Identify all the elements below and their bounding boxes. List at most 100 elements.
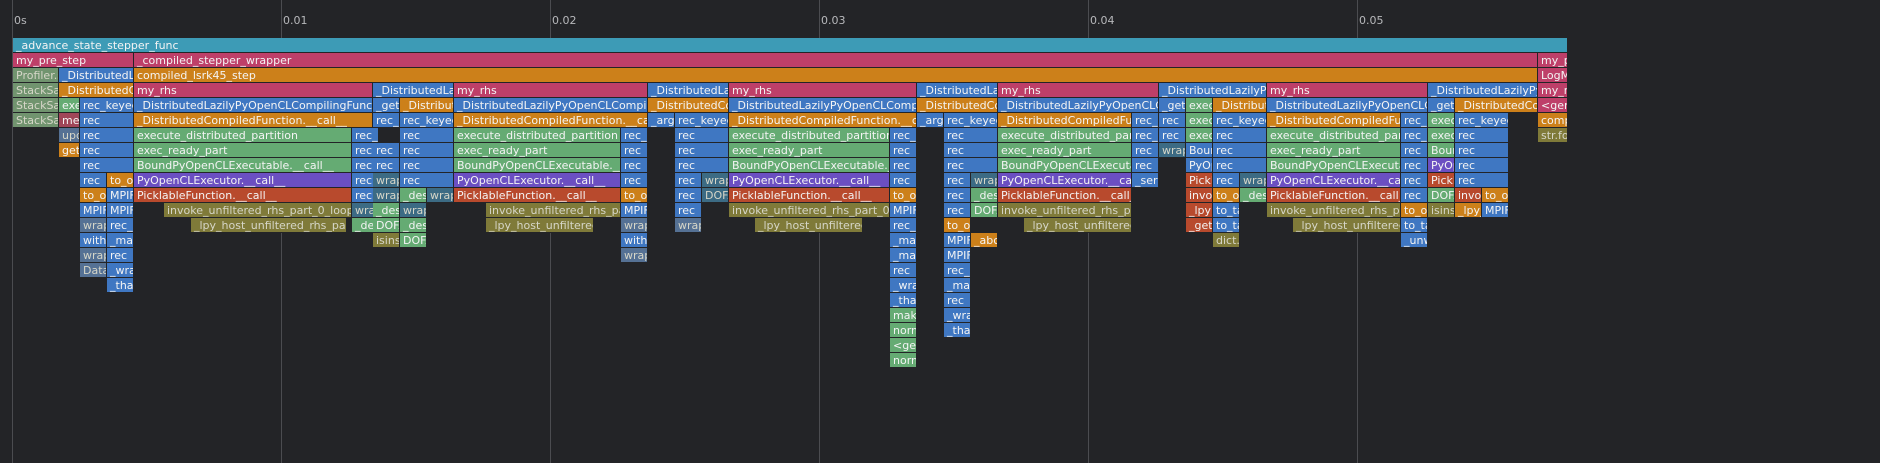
stack-frame[interactable]: _lpy_host_unfiltered_r: [486, 218, 594, 233]
stack-frame[interactable]: with: [621, 233, 648, 248]
stack-frame[interactable]: rec: [1401, 143, 1428, 158]
stack-frame[interactable]: _wra: [890, 278, 917, 293]
stack-frame[interactable]: StackSam: [13, 83, 59, 98]
stack-frame[interactable]: _DistributedLazily: [373, 83, 454, 98]
stack-frame[interactable]: invoke_unfiltered_rhs_part_0_loopy: [729, 203, 890, 218]
stack-frame[interactable]: invok: [1455, 188, 1482, 203]
stack-frame[interactable]: invoke_unfiltered_rhs_part_0: [1267, 203, 1401, 218]
stack-frame[interactable]: _dese: [400, 188, 427, 203]
stack-frame[interactable]: invok: [1186, 188, 1213, 203]
stack-frame[interactable]: PyOp: [1186, 158, 1213, 173]
stack-frame[interactable]: rec: [400, 158, 454, 173]
stack-frame[interactable]: rec_k: [890, 128, 917, 143]
stack-frame[interactable]: wrap: [621, 248, 648, 263]
stack-frame[interactable]: exec: [1186, 98, 1213, 113]
stack-frame[interactable]: MPIFu: [890, 203, 917, 218]
stack-frame[interactable]: _DistributedLazilyPyOp: [1159, 83, 1267, 98]
stack-frame[interactable]: _DistributedLazilyPyOpenCLCompilingFunct…: [134, 98, 373, 113]
stack-frame[interactable]: to_ou: [1482, 188, 1509, 203]
stack-frame[interactable]: rec: [1401, 188, 1428, 203]
stack-frame[interactable]: _DistributedCom: [917, 98, 998, 113]
stack-frame[interactable]: exec_ready_part: [134, 143, 352, 158]
stack-frame[interactable]: DataV: [80, 263, 107, 278]
stack-frame[interactable]: rec: [80, 173, 107, 188]
stack-frame[interactable]: execute_distributed_partition: [134, 128, 352, 143]
stack-frame[interactable]: upd: [59, 128, 80, 143]
stack-frame[interactable]: wrap: [675, 218, 702, 233]
stack-frame[interactable]: MPIFu: [944, 248, 971, 263]
stack-frame[interactable]: compiled_lsrk45_step: [134, 68, 1538, 83]
stack-frame[interactable]: _args: [917, 113, 944, 128]
stack-frame[interactable]: rec: [1213, 173, 1240, 188]
stack-frame[interactable]: rec: [675, 128, 729, 143]
stack-frame[interactable]: rec_k: [621, 128, 648, 143]
stack-frame[interactable]: rec: [944, 143, 998, 158]
stack-frame[interactable]: rec: [400, 143, 454, 158]
stack-frame[interactable]: _DistributedLazilyPyOp: [1428, 83, 1538, 98]
stack-frame[interactable]: to_ou: [80, 188, 107, 203]
stack-frame[interactable]: _lpy_host_unfiltered_r: [1024, 218, 1132, 233]
stack-frame[interactable]: PyOpenCLExecutor.__call__: [454, 173, 621, 188]
stack-frame[interactable]: rec_k: [373, 113, 400, 128]
stack-frame[interactable]: rec: [373, 158, 400, 173]
stack-frame[interactable]: rec: [944, 203, 971, 218]
stack-frame[interactable]: DOFA: [400, 233, 427, 248]
stack-frame[interactable]: rec: [107, 248, 134, 263]
stack-frame[interactable]: rec: [1213, 143, 1267, 158]
stack-frame[interactable]: _lpy_: [1455, 203, 1482, 218]
stack-frame[interactable]: _tha: [890, 293, 917, 308]
stack-frame[interactable]: rec: [1455, 158, 1509, 173]
stack-frame[interactable]: execute_distributed_partition: [998, 128, 1132, 143]
stack-frame[interactable]: rec_k: [1132, 113, 1159, 128]
stack-frame[interactable]: PyOpenCLExecutor.__call__: [134, 173, 352, 188]
stack-frame[interactable]: _args: [648, 113, 675, 128]
stack-frame[interactable]: _advance_state_stepper_func: [13, 38, 1568, 53]
stack-frame[interactable]: LogM: [1538, 68, 1568, 83]
stack-frame[interactable]: exec: [1428, 113, 1455, 128]
stack-frame[interactable]: _DistributedCompiledFunction.__call__: [134, 113, 373, 128]
stack-frame[interactable]: rec_n: [890, 218, 917, 233]
stack-frame[interactable]: Boun: [1186, 143, 1213, 158]
stack-frame[interactable]: rec_k: [1132, 128, 1159, 143]
stack-frame[interactable]: my_rhs: [1538, 83, 1568, 98]
stack-frame[interactable]: _DistributedCompiledFunction.__call__: [1267, 113, 1401, 128]
stack-frame[interactable]: geta: [59, 143, 80, 158]
stack-frame[interactable]: PicklableFunction.__call__: [729, 188, 890, 203]
stack-frame[interactable]: StackSam: [13, 113, 59, 128]
stack-frame[interactable]: DOFA: [702, 188, 729, 203]
stack-frame[interactable]: mem: [59, 113, 80, 128]
stack-frame[interactable]: rec: [400, 173, 454, 188]
stack-frame[interactable]: _lpy: [1186, 203, 1213, 218]
stack-frame[interactable]: rec: [890, 158, 917, 173]
stack-frame[interactable]: with_: [80, 233, 107, 248]
stack-frame[interactable]: rec: [944, 293, 971, 308]
stack-frame[interactable]: _DistributedCom: [59, 83, 134, 98]
stack-frame[interactable]: rec_keyed_: [400, 113, 454, 128]
stack-frame[interactable]: _lpy_host_unfiltered_rhs_part_0: [191, 218, 347, 233]
stack-frame[interactable]: _get: [1186, 218, 1213, 233]
stack-frame[interactable]: rec: [80, 113, 134, 128]
stack-frame[interactable]: _DistributedLazilyPyOpenCLCompilingFunct…: [1267, 98, 1428, 113]
stack-frame[interactable]: comp: [1538, 113, 1568, 128]
stack-frame[interactable]: Pickla: [1186, 173, 1213, 188]
stack-frame[interactable]: my_rhs: [454, 83, 648, 98]
stack-frame[interactable]: _ma: [890, 248, 917, 263]
stack-frame[interactable]: Profiler.sta: [13, 68, 59, 83]
stack-frame[interactable]: StackSam: [13, 98, 59, 113]
stack-frame[interactable]: to_ou: [1213, 188, 1240, 203]
stack-frame[interactable]: _seria: [1132, 173, 1159, 188]
stack-frame[interactable]: my_p: [1538, 53, 1568, 68]
stack-frame[interactable]: _get_: [373, 98, 400, 113]
stack-frame[interactable]: rec_keyed_: [1213, 113, 1267, 128]
stack-frame[interactable]: _DistributedLazily: [648, 83, 729, 98]
stack-frame[interactable]: wrap: [1159, 143, 1186, 158]
stack-frame[interactable]: execute_distributed_partition: [454, 128, 621, 143]
stack-frame[interactable]: exec_ready_part: [1267, 143, 1401, 158]
stack-frame[interactable]: exec: [1186, 128, 1213, 143]
stack-frame[interactable]: BoundPyOpenCLExecutable.__call__: [1267, 158, 1401, 173]
stack-frame[interactable]: _Distribute: [400, 98, 454, 113]
stack-frame[interactable]: MPIFu: [107, 188, 134, 203]
stack-frame[interactable]: to_ta: [1213, 218, 1240, 233]
stack-frame[interactable]: to_ou: [107, 173, 134, 188]
stack-frame[interactable]: to_ou: [890, 188, 917, 203]
